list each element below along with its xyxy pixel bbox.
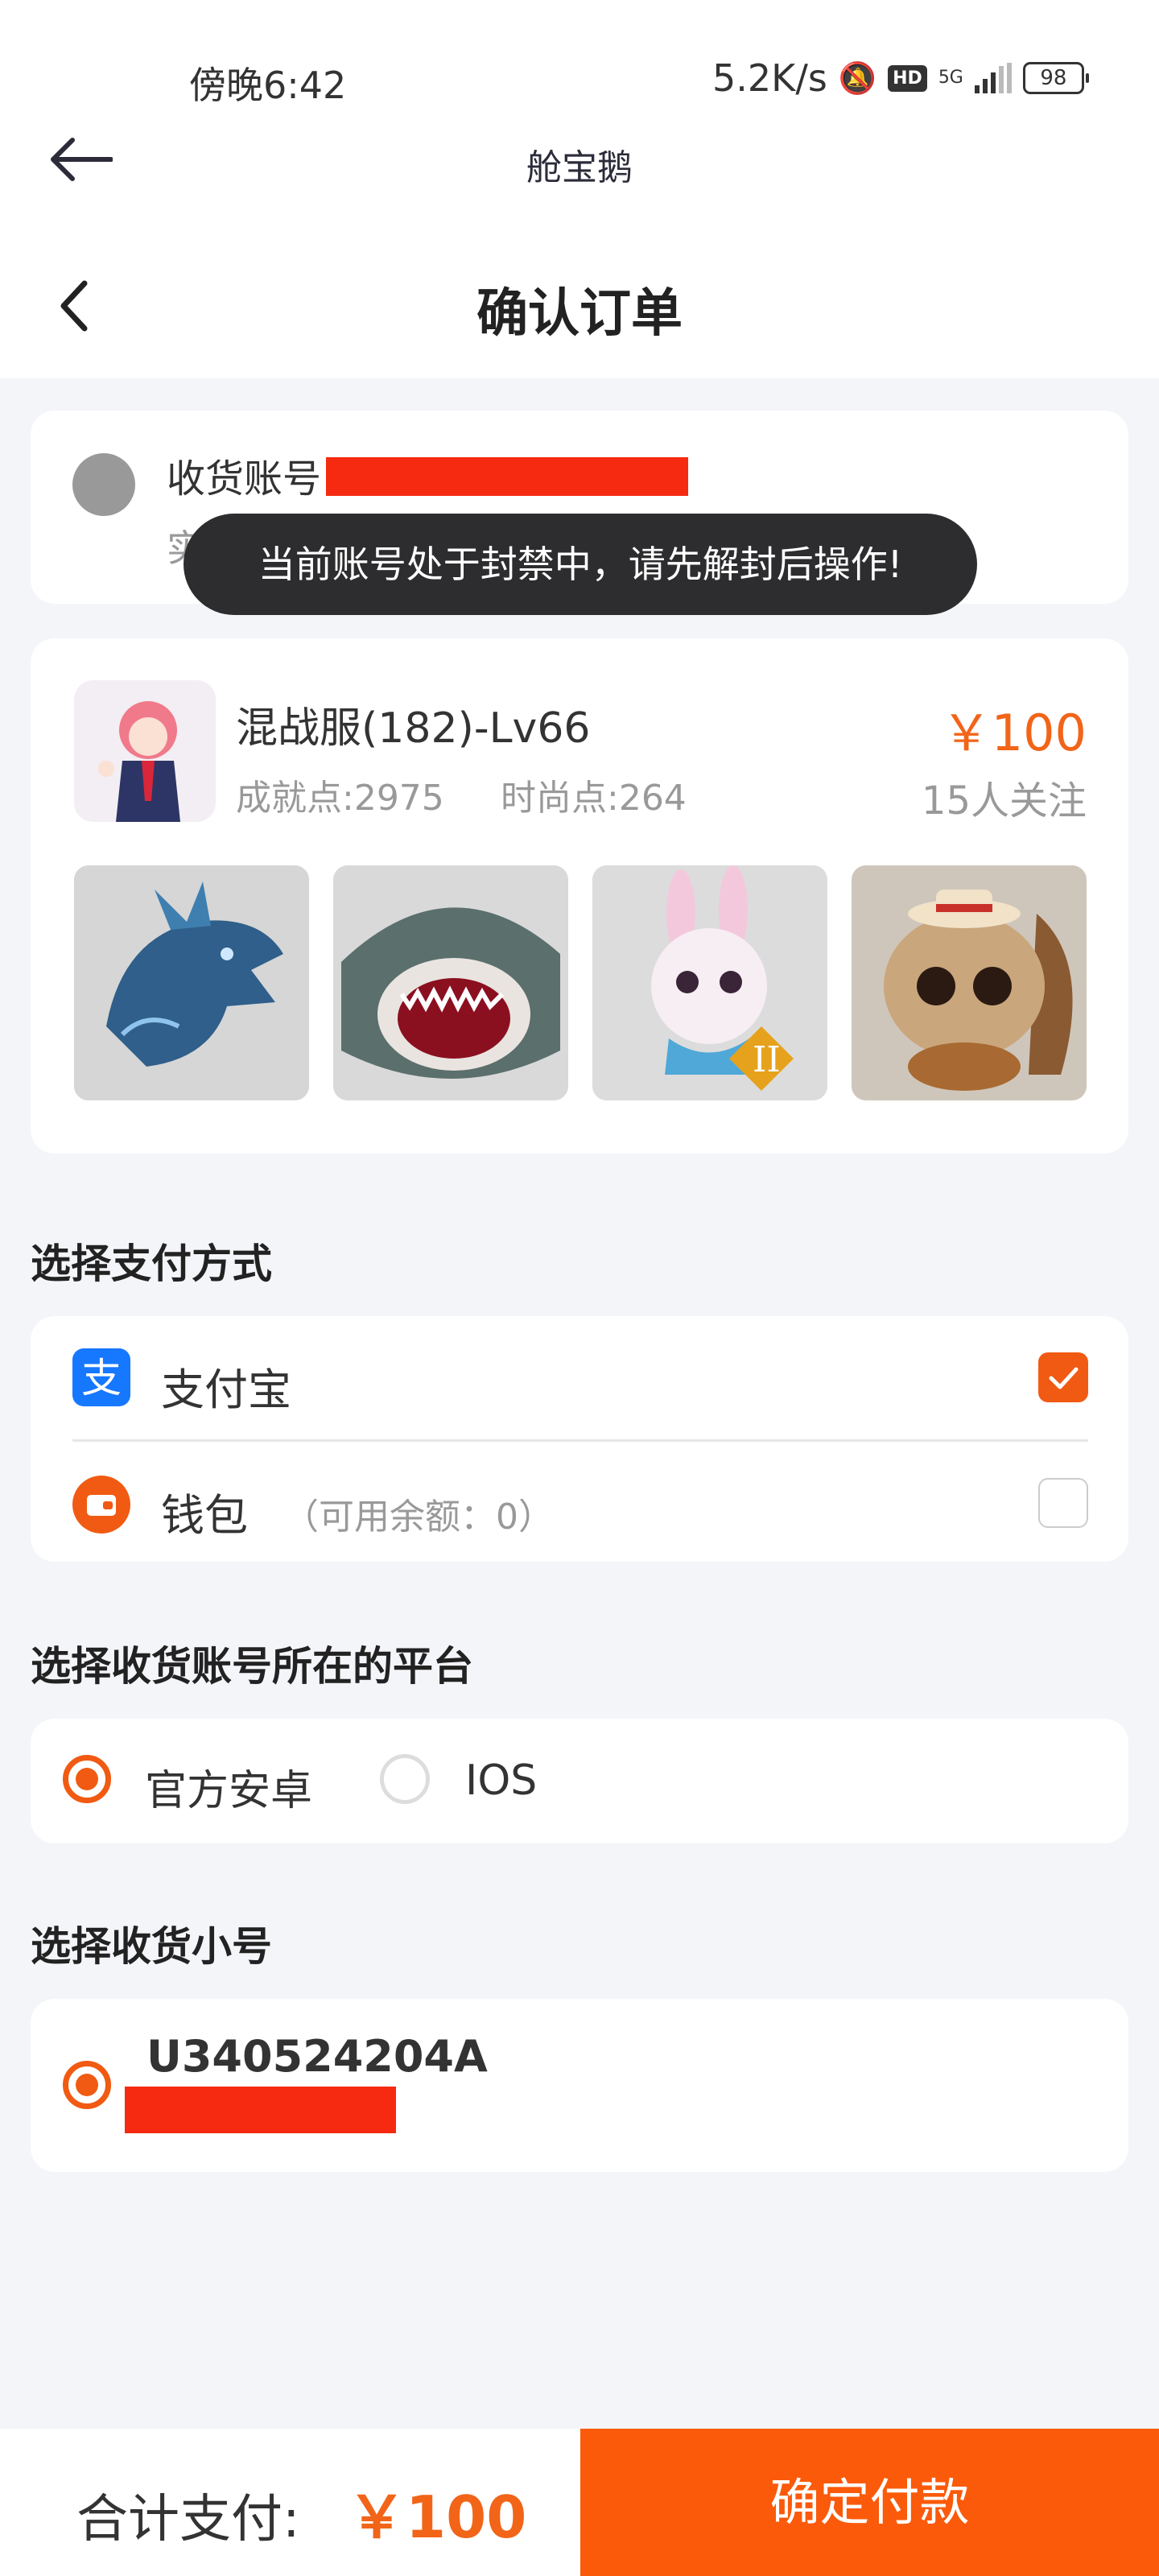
- payment-section-title: 选择支付方式: [31, 1241, 272, 1287]
- thumbnail-pink-rabbit[interactable]: II: [592, 865, 827, 1100]
- wallet-icon: [72, 1476, 130, 1534]
- app-title: 舱宝鹅: [526, 147, 633, 188]
- platform-radio-ios[interactable]: [380, 1754, 430, 1804]
- hd-icon: HD: [888, 64, 927, 92]
- platform-section-title: 选择收货账号所在的平台: [31, 1643, 473, 1690]
- sub-account-section-title: 选择收货小号: [31, 1923, 272, 1970]
- account-label: 收货账号: [167, 456, 322, 502]
- signal-type: 5G: [938, 68, 963, 88]
- signal-icon: [974, 63, 1012, 93]
- total-label: 合计支付:: [76, 2490, 300, 2549]
- svg-text:支: 支: [81, 1355, 122, 1402]
- thumbnail-blue-dragon[interactable]: [74, 865, 309, 1100]
- platform-option-ios[interactable]: IOS: [465, 1757, 537, 1805]
- sub-account-radio-selected[interactable]: [63, 2061, 111, 2109]
- thumbnail-shark[interactable]: [333, 865, 568, 1100]
- sub-account-redaction: [125, 2087, 396, 2133]
- thumbnail-squirrel[interactable]: [852, 865, 1087, 1100]
- account-redaction: [326, 457, 688, 496]
- platform-option-android[interactable]: 官方安卓: [145, 1757, 312, 1817]
- wallet-checkbox-unchecked[interactable]: [1038, 1478, 1088, 1528]
- toast-message: 当前账号处于封禁中，请先解封后操作!: [184, 514, 977, 615]
- product-achievement: 成就点:2975: [236, 778, 444, 819]
- product-fashion: 时尚点:264: [501, 778, 687, 819]
- page-title: 确认订单: [476, 284, 683, 344]
- battery-level: 98: [1040, 66, 1067, 90]
- product-price: ￥100: [941, 704, 1087, 762]
- status-icons: 5.2K/s 🔕 HD 5G 98: [712, 56, 1089, 100]
- wallet-balance: （可用余额：0）: [283, 1496, 554, 1538]
- payment-label-alipay: 支付宝: [161, 1364, 291, 1415]
- sub-account-id: U340524204A: [146, 2031, 488, 2082]
- payment-divider: [72, 1439, 1088, 1442]
- status-time: 傍晚6:42: [189, 64, 347, 107]
- product-followers: 15人关注: [921, 778, 1087, 824]
- network-speed: 5.2K/s: [712, 56, 827, 100]
- alipay-icon: 支: [72, 1348, 130, 1406]
- account-avatar: [72, 453, 135, 516]
- product-name: 混战服(182)-Lv66: [236, 704, 591, 753]
- platform-radio-android-selected[interactable]: [63, 1755, 111, 1803]
- confirm-payment-button[interactable]: 确定付款: [580, 2429, 1159, 2576]
- sub-account-card[interactable]: [31, 1999, 1128, 2172]
- svg-text:II: II: [753, 1039, 781, 1080]
- bell-muted-icon: 🔕: [838, 60, 877, 96]
- alipay-checkbox-checked[interactable]: [1038, 1352, 1088, 1402]
- total-amount: ￥100: [348, 2483, 527, 2551]
- product-avatar: [74, 680, 216, 822]
- battery-icon: 98: [1022, 62, 1089, 94]
- payment-label-wallet: 钱包: [161, 1490, 248, 1541]
